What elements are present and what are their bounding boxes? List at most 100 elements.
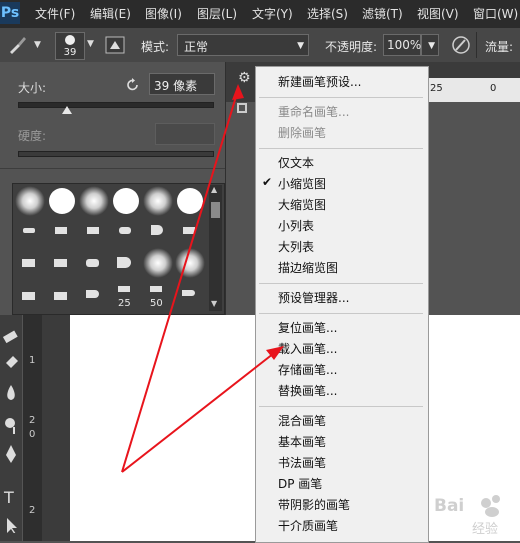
menu-item[interactable]: 存储画笔...	[278, 361, 337, 378]
panel-settings-gear-icon[interactable]: ⚙	[238, 70, 251, 86]
pressure-opacity-icon[interactable]	[450, 34, 472, 56]
menu-file[interactable]: 文件(F)	[35, 5, 75, 22]
brush-tip-medium[interactable]	[86, 259, 99, 267]
menu-item[interactable]: 小缩览图	[278, 175, 326, 192]
ruler-mark: 0	[490, 83, 497, 94]
menu-item[interactable]: 小列表	[278, 217, 314, 234]
menu-filter[interactable]: 滤镜(T)	[362, 5, 403, 22]
brush-tip-soft-round[interactable]	[15, 186, 45, 216]
brush-tip-medium[interactable]	[54, 259, 67, 267]
brush-tip-soft-round[interactable]	[79, 186, 109, 216]
brush-tip-soft-round[interactable]	[143, 186, 173, 216]
svg-text:经验: 经验	[472, 521, 498, 537]
brush-tip-hard-round[interactable]	[177, 188, 203, 214]
brush-tip-large[interactable]	[150, 286, 162, 292]
size-slider-track[interactable]	[18, 102, 214, 108]
tool-preset-caret-icon[interactable]: ▼	[34, 40, 41, 50]
menu-image[interactable]: 图像(I)	[145, 5, 182, 22]
brush-tip-small[interactable]	[55, 227, 67, 234]
menu-item[interactable]: 大缩览图	[278, 196, 326, 213]
menu-layer[interactable]: 图层(L)	[197, 5, 237, 22]
size-slider-thumb[interactable]	[61, 106, 72, 114]
menu-item[interactable]: 描边缩览图	[278, 259, 338, 276]
menu-separator	[259, 97, 423, 98]
menu-item[interactable]: 书法画笔	[278, 454, 326, 471]
blur-tool-icon[interactable]	[7, 385, 15, 400]
type-tool-icon[interactable]: T	[3, 488, 14, 507]
brush-preset-picker[interactable]: 39	[55, 32, 85, 60]
brush-tip-hard-round[interactable]	[49, 188, 75, 214]
scroll-down-icon[interactable]: ▼	[211, 299, 217, 308]
menu-item[interactable]: 载入画笔...	[278, 340, 337, 357]
brush-tip-large[interactable]	[182, 290, 195, 296]
mode-caret-icon: ▼	[297, 41, 304, 51]
scrollbar-thumb[interactable]	[211, 202, 220, 218]
ruler-mark: 2	[29, 415, 36, 426]
brush-tip-large[interactable]	[118, 286, 130, 292]
menu-item[interactable]: 大列表	[278, 238, 314, 255]
pen-tool-icon[interactable]	[6, 445, 16, 463]
brush-tip-soft-round[interactable]	[143, 248, 173, 278]
tools-panel: T	[0, 315, 22, 541]
menu-edit[interactable]: 编辑(E)	[90, 5, 131, 22]
opacity-label: 不透明度:	[325, 40, 378, 54]
size-value: 39 像素	[154, 79, 198, 93]
reset-size-icon[interactable]	[125, 77, 141, 93]
brush-panel-toggle-icon[interactable]	[104, 34, 126, 56]
opacity-input[interactable]: 100%	[383, 34, 421, 56]
brush-picker-caret-icon[interactable]: ▼	[87, 39, 94, 49]
hardness-slider-track[interactable]	[18, 151, 214, 157]
menu-item[interactable]: 复位画笔...	[278, 319, 337, 336]
scroll-up-icon[interactable]: ▲	[211, 185, 217, 194]
checkmark-icon: ✔	[262, 175, 273, 189]
svg-text:Bai: Bai	[434, 496, 464, 516]
menu-item[interactable]: 带阴影的画笔	[278, 496, 350, 513]
path-selection-tool-icon[interactable]	[7, 518, 17, 533]
brush-tip-large[interactable]	[22, 292, 35, 300]
brush-tip-hard-round[interactable]	[113, 188, 139, 214]
menu-item[interactable]: 混合画笔	[278, 412, 326, 429]
brush-tip-fan[interactable]	[117, 257, 131, 268]
dodge-tool-icon[interactable]	[5, 418, 15, 434]
menu-item[interactable]: 替换画笔...	[278, 382, 337, 399]
brush-tip-large[interactable]	[86, 290, 99, 298]
menu-view[interactable]: 视图(V)	[417, 5, 459, 22]
brush-tip-small[interactable]	[23, 228, 35, 233]
menu-item[interactable]: 新建画笔预设...	[278, 73, 361, 90]
options-divider	[476, 32, 477, 58]
size-input[interactable]: 39 像素	[149, 73, 215, 95]
opacity-value: 100%	[387, 38, 422, 52]
photoshop-logo: Ps	[0, 2, 20, 24]
menu-separator	[259, 406, 423, 407]
vertical-ruler: 1 2 0 2	[22, 315, 43, 541]
menu-item[interactable]: DP 画笔	[278, 475, 322, 492]
menu-item[interactable]: 干介质画笔	[278, 517, 338, 534]
brush-tip-small[interactable]	[183, 227, 195, 234]
brush-grid-scrollbar[interactable]: ▲ ▼	[209, 185, 222, 311]
menu-select[interactable]: 选择(S)	[307, 5, 348, 22]
menu-item[interactable]: 仅文本	[278, 154, 314, 171]
ruler-mark: 25	[430, 83, 443, 94]
brush-tip-fan[interactable]	[151, 225, 163, 235]
brush-tip-small[interactable]	[87, 227, 99, 234]
ruler-mark: 2	[29, 505, 36, 516]
menu-item[interactable]: 基本画笔	[278, 433, 326, 450]
mode-label: 模式:	[141, 40, 170, 54]
brush-tip-small[interactable]	[119, 227, 131, 234]
menu-separator	[259, 283, 423, 284]
menu-window[interactable]: 窗口(W)	[473, 5, 518, 22]
menu-type[interactable]: 文字(Y)	[252, 5, 293, 22]
menu-item[interactable]: 预设管理器...	[278, 289, 349, 306]
brush-tip-large[interactable]	[54, 292, 67, 300]
brush-tip-soft-round[interactable]	[175, 248, 205, 278]
brush-tip-medium[interactable]	[22, 259, 35, 267]
tools-icons: T	[2, 330, 18, 533]
new-preset-icon[interactable]	[236, 102, 248, 114]
eraser-tool-icon[interactable]	[2, 330, 18, 344]
mode-select[interactable]: 正常 ▼	[177, 34, 309, 56]
hardness-input[interactable]	[155, 123, 215, 145]
svg-text:T: T	[3, 488, 14, 507]
brush-tool-icon[interactable]	[6, 34, 28, 56]
paint-bucket-tool-icon[interactable]	[6, 356, 18, 368]
opacity-dropdown-button[interactable]: ▼	[421, 34, 439, 56]
